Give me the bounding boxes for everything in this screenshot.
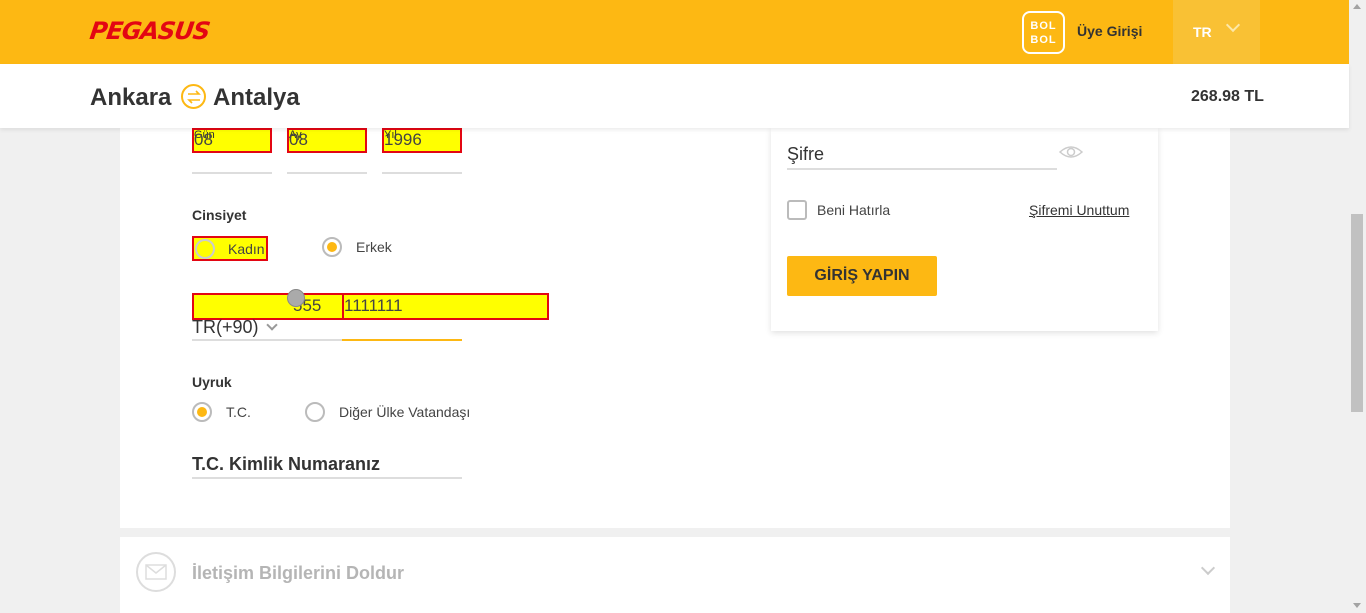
login-panel: Şifre Beni Hatırla Şifremi Unuttum GİRİŞ… [771, 128, 1158, 331]
tc-id-input[interactable]: T.C. Kimlik Numaranız [192, 454, 380, 475]
phone-active-underline [342, 339, 462, 341]
pegasus-logo[interactable]: PEGASUS [88, 17, 211, 45]
remember-me-label: Beni Hatırla [817, 202, 891, 218]
birth-year-input[interactable]: Yıl 1996 [382, 128, 462, 153]
route-bar: Ankara Antalya 268.98 TL [0, 64, 1349, 128]
page-scrollbar[interactable] [1349, 0, 1366, 613]
drag-handle-icon[interactable] [287, 289, 305, 307]
nationality-label: Uyruk [192, 374, 232, 390]
total-price: 268.98 TL [1191, 88, 1264, 105]
gender-label: Cinsiyet [192, 207, 247, 223]
route-destination: Antalya [213, 84, 300, 111]
tc-label: T.C. [226, 404, 251, 420]
tc-radio[interactable] [192, 402, 212, 422]
route-origin: Ankara [90, 84, 172, 111]
password-input[interactable]: Şifre [787, 144, 824, 165]
birth-day-input[interactable]: Gün 08 [192, 128, 272, 153]
contact-section-title: İletişim Bilgilerini Doldur [192, 563, 405, 583]
birth-month-underline [287, 172, 367, 174]
country-code-underline [192, 339, 342, 341]
foreign-radio[interactable] [305, 402, 325, 422]
chevron-down-icon[interactable] [1200, 560, 1216, 576]
country-code-value: TR(+90) [192, 317, 259, 337]
phone-number-input[interactable]: 1111111 [342, 293, 549, 320]
scroll-thumb[interactable] [1351, 214, 1363, 412]
birth-year-value: 1996 [384, 130, 422, 149]
phone-number-value: 1111111 [344, 296, 403, 315]
contact-info-section[interactable]: İletişim Bilgilerini Doldur [120, 537, 1230, 613]
bolbol-logo-icon[interactable]: BOL BOL [1022, 11, 1065, 54]
birth-year-underline [382, 172, 462, 174]
top-header: PEGASUS BOL BOL Üye Girişi TR [0, 0, 1349, 64]
birth-month-value: 08 [289, 130, 308, 149]
area-code-input[interactable]: 555 [192, 293, 344, 320]
gender-option-female[interactable]: Kadın [192, 236, 268, 261]
scroll-down-arrow-icon[interactable] [1353, 603, 1361, 608]
member-login-link[interactable]: Üye Girişi [1077, 23, 1142, 39]
female-radio[interactable] [195, 239, 215, 259]
chevron-down-icon [1225, 17, 1241, 33]
country-code-select[interactable]: TR(+90) [192, 317, 278, 338]
bolbol-text-line2: BOL [1030, 34, 1057, 46]
birth-day-underline [192, 172, 272, 174]
female-label: Kadın [228, 241, 265, 257]
remember-me-checkbox[interactable] [787, 200, 807, 220]
eye-icon[interactable] [1058, 145, 1084, 164]
forgot-password-link[interactable]: Şifremi Unuttum [1029, 202, 1129, 218]
language-selector[interactable]: TR [1173, 0, 1260, 64]
password-underline [787, 168, 1057, 170]
male-label: Erkek [356, 239, 392, 255]
foreign-label: Diğer Ülke Vatandaşı [339, 404, 471, 420]
chevron-down-icon [265, 319, 278, 331]
envelope-icon [136, 552, 176, 592]
page: PEGASUS BOL BOL Üye Girişi TR Ankara Ant… [0, 0, 1366, 613]
swap-arrows-icon [181, 84, 206, 109]
login-button[interactable]: GİRİŞ YAPIN [787, 256, 937, 296]
birth-month-input[interactable]: Ay 08 [287, 128, 367, 153]
birth-day-value: 08 [194, 130, 213, 149]
scroll-up-arrow-icon[interactable] [1353, 4, 1361, 9]
bolbol-text-line1: BOL [1030, 20, 1057, 32]
language-code: TR [1193, 24, 1212, 40]
male-radio[interactable] [322, 237, 342, 257]
tc-id-underline [192, 477, 462, 479]
